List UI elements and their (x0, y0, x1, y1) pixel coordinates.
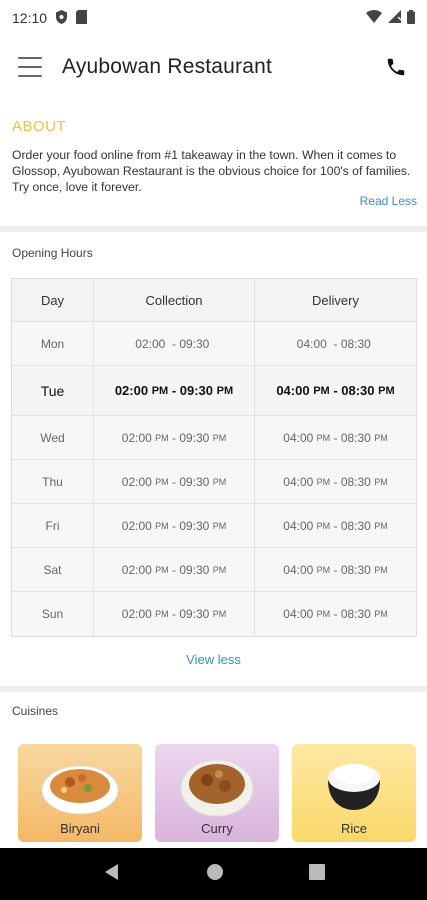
table-row: Sat 02:00 PM - 09:30 PM 04:00 PM - 08:30 P… (12, 548, 416, 592)
opening-hours-label: Opening Hours (12, 246, 93, 260)
status-bar: 12:10 (0, 0, 427, 36)
table-row: Sun 02:00 PM - 09:30 PM 04:00 PM - 08:30 P… (12, 592, 416, 636)
about-text: Order your food online from #1 takeaway … (12, 148, 411, 194)
delivery-cell: 04:00 PM - 08:30 PM (283, 474, 388, 489)
divider (0, 686, 427, 692)
delivery-cell: 04:00 - 08:30 (296, 336, 371, 351)
collection-cell: 02:00 PM - 09:30 PM (94, 548, 255, 591)
battery-icon (407, 9, 415, 27)
delivery-cell: 04:00 PM - 08:30 PM (276, 383, 395, 398)
collection-cell: 02:00 PM - 09:30 PM (94, 460, 255, 503)
curry-image (180, 759, 254, 817)
delivery-cell: 04:00 PM - 08:30 PM (283, 430, 388, 445)
delivery-cell: 04:00 PM - 08:30 PM (283, 518, 388, 533)
menu-icon[interactable] (18, 57, 42, 77)
day-cell: Sun (12, 592, 94, 636)
delivery-cell: 04:00 PM - 08:30 PM (283, 607, 388, 621)
cuisines-list: Biryani Curry Rice (18, 744, 416, 842)
day-cell: Sat (12, 548, 94, 591)
about-section: ABOUT Order your food online from #1 tak… (0, 112, 427, 195)
delivery-cell: 04:00 PM - 08:30 PM (283, 562, 388, 577)
read-less-link[interactable]: Read Less (360, 194, 417, 208)
page-title: Ayubowan Restaurant (62, 55, 273, 78)
table-row: Wed 02:00 PM - 09:30 PM 04:00 PM - 08:30 P… (12, 416, 416, 460)
cuisines-label: Cuisines (12, 704, 59, 718)
signal-icon (388, 10, 402, 26)
collection-cell: 02:00 PM - 09:30 PM (94, 366, 255, 415)
home-icon[interactable] (206, 863, 224, 886)
cuisine-label: Curry (201, 821, 233, 836)
header-delivery: Delivery (312, 292, 359, 308)
biryani-image (41, 765, 119, 815)
day-cell: Mon (12, 322, 94, 365)
table-row: Mon 02:00 - 09:30 04:00 - 08:30 (12, 322, 416, 366)
shield-icon (55, 9, 68, 27)
cuisine-card-rice[interactable]: Rice (292, 744, 416, 842)
cuisine-card-curry[interactable]: Curry (155, 744, 279, 842)
collection-cell: 02:00 PM - 09:30 PM (94, 592, 255, 636)
about-title: ABOUT (12, 118, 67, 135)
table-row: Thu 02:00 PM - 09:30 PM 04:00 PM - 08:30 P… (12, 460, 416, 504)
system-nav-bar (0, 848, 427, 900)
table-row: Fri 02:00 PM - 09:30 PM 04:00 PM - 08:30 P… (12, 504, 416, 548)
cuisine-label: Biryani (60, 821, 100, 836)
day-cell: Fri (12, 504, 94, 547)
wifi-icon (366, 10, 382, 26)
phone-icon[interactable] (383, 54, 409, 80)
back-icon[interactable] (103, 863, 121, 886)
sim-card-icon (76, 9, 88, 27)
cuisine-card-biryani[interactable]: Biryani (18, 744, 142, 842)
header-day: Day (12, 279, 94, 321)
table-header-row: Day Collection Delivery (12, 279, 416, 322)
collection-cell: 02:00 - 09:30 (94, 322, 255, 365)
collection-cell: 02:00 PM - 09:30 PM (94, 504, 255, 547)
status-time: 12:10 (12, 10, 48, 26)
day-cell: Tue (12, 366, 94, 415)
recents-icon[interactable] (308, 863, 325, 885)
rice-image (328, 764, 380, 810)
header-collection: Collection (94, 279, 255, 321)
app-bar: Ayubowan Restaurant (0, 36, 427, 98)
table-row: Tue 02:00 PM - 09:30 PM 04:00 PM - 08:30 P… (12, 366, 416, 416)
cuisine-label: Rice (340, 821, 367, 836)
divider (0, 226, 427, 232)
day-cell: Wed (12, 416, 94, 459)
view-less-link[interactable]: View less (0, 652, 427, 667)
opening-hours-table: Day Collection Delivery Mon 02:00 - 09:30… (11, 278, 417, 637)
collection-cell: 02:00 PM - 09:30 PM (94, 416, 255, 459)
day-cell: Thu (12, 460, 94, 503)
